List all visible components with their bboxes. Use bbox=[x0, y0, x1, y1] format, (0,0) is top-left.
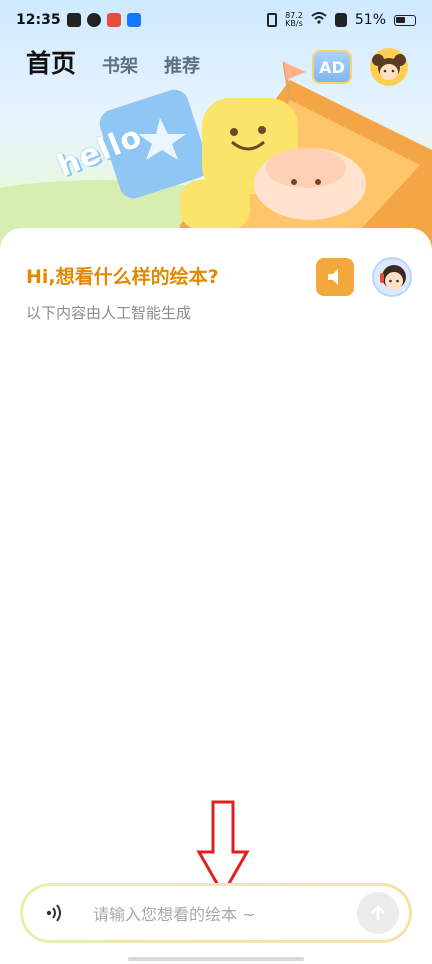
wifi-icon bbox=[311, 12, 327, 28]
home-indicator[interactable] bbox=[128, 957, 304, 961]
app-notification-icon-3 bbox=[106, 13, 121, 27]
net-speed-unit: KB/s bbox=[285, 19, 303, 28]
voice-wave-icon bbox=[46, 904, 61, 922]
greeting-title: Hi,想看什么样的绘本? bbox=[26, 266, 219, 288]
tab-home[interactable]: 首页 bbox=[26, 44, 76, 80]
app-notification-icon-1 bbox=[66, 13, 81, 27]
ad-icon-label: AD bbox=[319, 57, 345, 77]
vibrate-icon bbox=[267, 13, 278, 27]
ad-icon[interactable]: AD bbox=[312, 50, 352, 84]
status-time: 12:35 bbox=[16, 12, 61, 28]
down-arrow-annotation bbox=[196, 800, 250, 896]
assistant-avatar[interactable] bbox=[372, 257, 412, 297]
net-speed: 87.2 KB/s bbox=[285, 12, 303, 28]
battery-icon bbox=[394, 14, 416, 26]
tab-bookshelf[interactable]: 书架 bbox=[102, 52, 138, 80]
voice-input-button[interactable] bbox=[43, 901, 67, 925]
input-bar[interactable]: 请输入您想看的绘本 ~ bbox=[20, 883, 412, 943]
speaker-button[interactable] bbox=[316, 258, 354, 296]
app-notification-icon-2 bbox=[86, 13, 101, 27]
app-notification-icon-4 bbox=[126, 13, 141, 27]
girl-avatar-icon bbox=[370, 48, 408, 86]
search-input[interactable]: 请输入您想看的绘本 ~ bbox=[93, 901, 357, 925]
send-button[interactable] bbox=[357, 892, 399, 934]
tab-recommend[interactable]: 推荐 bbox=[164, 52, 200, 80]
speaker-icon bbox=[328, 269, 338, 285]
status-bar: 12:35 87.2 KB/s 51% bbox=[0, 0, 432, 40]
battery-percent: 51% bbox=[354, 12, 386, 28]
ai-disclaimer: 以下内容由人工智能生成 bbox=[26, 304, 192, 322]
arrow-up-icon bbox=[371, 905, 385, 921]
sim-icon bbox=[334, 13, 347, 27]
user-avatar[interactable] bbox=[370, 48, 408, 86]
top-navigation: 首页 书架 推荐 bbox=[26, 44, 200, 80]
